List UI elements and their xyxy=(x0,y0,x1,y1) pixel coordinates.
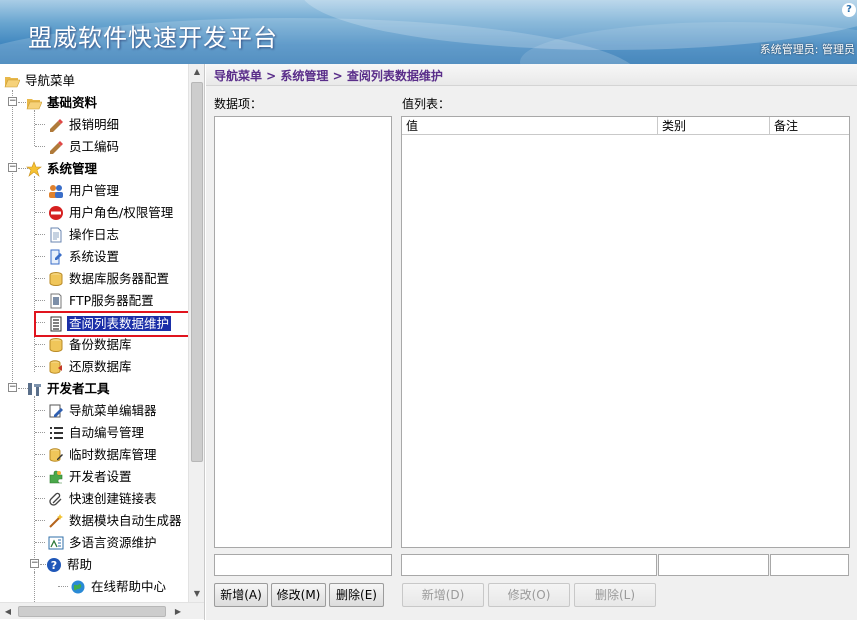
pencil-paper-icon xyxy=(48,117,64,133)
puzzle-icon xyxy=(48,469,64,485)
navigation-tree: 导航菜单 − 基础资料 报销明细 员工编码 − 系统管理 用户管理 用户角色/权… xyxy=(0,66,188,602)
value-edit-row xyxy=(401,554,850,576)
add-data-item-button[interactable]: 新增(A) xyxy=(214,583,268,607)
delete-data-item-button[interactable]: 删除(E) xyxy=(329,583,384,607)
tree-root[interactable]: 导航菜单 xyxy=(4,70,77,92)
svg-text:?: ? xyxy=(51,559,57,572)
tree-horizontal-scrollbar[interactable]: ◀ ▶ xyxy=(0,602,204,619)
collapse-toggle[interactable]: − xyxy=(8,383,17,392)
current-user: 系统管理员: 管理员 xyxy=(759,43,855,56)
navigation-tree-panel: 导航菜单 − 基础资料 报销明细 员工编码 − 系统管理 用户管理 用户角色/权… xyxy=(0,64,205,620)
collapse-toggle[interactable]: − xyxy=(30,559,39,568)
tree-item-quick-link-table[interactable]: 快速创建链接表 xyxy=(48,488,159,510)
scroll-thumb[interactable] xyxy=(191,82,203,462)
collapse-toggle[interactable]: − xyxy=(8,163,17,172)
list-document-icon xyxy=(48,316,64,332)
edit-data-item-button[interactable]: 修改(M) xyxy=(271,583,326,607)
tree-item-temp-database[interactable]: 临时数据库管理 xyxy=(48,444,159,466)
settings-document-icon xyxy=(48,249,64,265)
chart-language-icon xyxy=(48,535,64,551)
value-input[interactable] xyxy=(401,554,657,576)
tree-item-online-help[interactable]: 在线帮助中心 xyxy=(70,576,168,598)
tree-item-system-settings[interactable]: 系统设置 xyxy=(48,246,121,268)
star-icon xyxy=(26,160,42,177)
edit-value-button[interactable]: 修改(O) xyxy=(488,583,570,607)
tree-group-help[interactable]: ? 帮助 xyxy=(46,554,94,576)
data-items-list[interactable] xyxy=(214,116,392,548)
data-items-label: 数据项： xyxy=(214,97,263,111)
collapse-toggle[interactable]: − xyxy=(8,97,17,106)
magic-wand-icon xyxy=(48,513,64,529)
paperclip-icon xyxy=(48,491,64,507)
main-content: 数据项： 值列表： 值 类别 备注 新增(A) 修改(M) 删除(E) 新增(D… xyxy=(206,86,857,620)
tree-item-db-server-config[interactable]: 数据库服务器配置 xyxy=(48,268,171,290)
remark-input[interactable] xyxy=(770,554,849,576)
column-header-remark[interactable]: 备注 xyxy=(770,117,849,135)
pencil-paper-icon xyxy=(48,139,64,155)
tree-item-nav-menu-editor[interactable]: 导航菜单编辑器 xyxy=(48,400,159,422)
tree-item-user-management[interactable]: 用户管理 xyxy=(48,180,121,202)
tree-item-role-permission[interactable]: 用户角色/权限管理 xyxy=(48,202,175,224)
scroll-thumb[interactable] xyxy=(18,606,166,617)
edit-document-icon xyxy=(48,403,64,419)
data-item-input[interactable] xyxy=(214,554,392,576)
scroll-down-icon[interactable]: ▼ xyxy=(189,586,205,602)
tree-item-lookup-list-maintenance[interactable]: 查阅列表数据维护 xyxy=(34,311,188,337)
column-header-category[interactable]: 类别 xyxy=(658,117,770,135)
database-edit-icon xyxy=(48,447,64,463)
header-banner: 盟威软件快速开发平台 系统管理员: 管理员 ? xyxy=(0,0,857,64)
breadcrumb-bar: 导航菜单 > 系统管理 > 查阅列表数据维护 xyxy=(206,64,857,86)
tree-group-basic-data[interactable]: 基础资料 xyxy=(26,92,99,114)
restore-database-icon xyxy=(48,359,64,375)
tree-item-employee-code[interactable]: 员工编码 xyxy=(48,136,121,158)
tree-item-operation-log[interactable]: 操作日志 xyxy=(48,224,121,246)
globe-icon xyxy=(70,579,86,595)
column-header-value[interactable]: 值 xyxy=(402,117,658,135)
breadcrumb: 导航菜单 > 系统管理 > 查阅列表数据维护 xyxy=(214,69,443,83)
category-input[interactable] xyxy=(658,554,769,576)
server-document-icon xyxy=(48,293,64,309)
help-circle-icon: ? xyxy=(46,557,62,573)
delete-value-button[interactable]: 删除(L) xyxy=(574,583,656,607)
help-icon[interactable]: ? xyxy=(842,3,856,17)
value-list-grid[interactable]: 值 类别 备注 xyxy=(401,116,850,548)
folder-open-icon xyxy=(4,73,21,89)
no-entry-icon xyxy=(48,205,64,221)
users-icon xyxy=(48,183,64,199)
scroll-up-icon[interactable]: ▲ xyxy=(189,64,205,80)
scroll-left-icon[interactable]: ◀ xyxy=(0,603,16,620)
database-icon xyxy=(48,271,64,287)
scroll-right-icon[interactable]: ▶ xyxy=(170,603,186,620)
tree-group-system-management[interactable]: 系统管理 xyxy=(26,158,99,180)
data-item-edit-row xyxy=(214,554,393,576)
tree-item-developer-settings[interactable]: 开发者设置 xyxy=(48,466,134,488)
grid-header: 值 类别 备注 xyxy=(402,117,849,135)
numbered-list-icon xyxy=(48,425,64,441)
tree-item-restore-database[interactable]: 还原数据库 xyxy=(48,356,134,378)
add-value-button[interactable]: 新增(D) xyxy=(402,583,484,607)
value-list-label: 值列表： xyxy=(402,97,451,111)
tree-item-ftp-server-config[interactable]: FTP服务器配置 xyxy=(48,290,156,312)
app-title: 盟威软件快速开发平台 xyxy=(28,24,278,52)
tree-item-data-module-generator[interactable]: 数据模块自动生成器 xyxy=(48,510,184,532)
tree-vertical-scrollbar[interactable]: ▲ ▼ xyxy=(188,64,204,602)
tools-icon xyxy=(26,381,42,397)
tree-item-multilang-resources[interactable]: 多语言资源维护 xyxy=(48,532,159,554)
document-icon xyxy=(48,227,64,243)
tree-item-backup-database[interactable]: 备份数据库 xyxy=(48,334,134,356)
tree-item-expense-detail[interactable]: 报销明细 xyxy=(48,114,121,136)
folder-open-icon xyxy=(26,95,43,111)
tree-group-developer-tools[interactable]: 开发者工具 xyxy=(26,378,112,400)
tree-item-auto-number[interactable]: 自动编号管理 xyxy=(48,422,146,444)
database-icon xyxy=(48,337,64,353)
